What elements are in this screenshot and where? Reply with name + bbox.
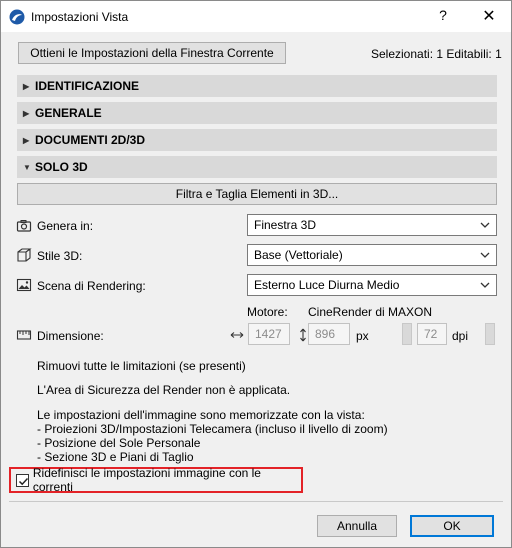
resolution-unit: dpi bbox=[452, 329, 469, 343]
section-label: IDENTIFICAZIONE bbox=[35, 79, 139, 93]
ruler-dimension-icon bbox=[16, 330, 32, 340]
cube-icon bbox=[17, 248, 32, 262]
section-label: GENERALE bbox=[35, 106, 102, 120]
collapsed-triangle-icon: ▶ bbox=[23, 135, 30, 145]
view-settings-dialog: Impostazioni Vista ? ✕ Ottieni le Impost… bbox=[0, 0, 512, 548]
checkmark-icon bbox=[18, 477, 29, 485]
stile-select[interactable]: Base (Vettoriale) bbox=[247, 244, 497, 266]
remove-limits-text: Rimuovi tutte le limitazioni (se present… bbox=[37, 359, 246, 373]
cancel-button[interactable]: Annulla bbox=[317, 515, 397, 537]
note-item: - Sezione 3D e Piani di Taglio bbox=[37, 450, 194, 464]
section-solo-3d[interactable]: ▼ SOLO 3D bbox=[17, 156, 497, 178]
filter-and-cut-elements-button[interactable]: Filtra e Taglia Elementi in 3D... bbox=[17, 183, 497, 205]
height-field[interactable]: 896 bbox=[308, 323, 350, 345]
window-title: Impostazioni Vista bbox=[31, 10, 129, 24]
selection-info: Selezionati: 1 Editabili: 1 bbox=[371, 47, 502, 61]
scena-label: Scena di Rendering: bbox=[37, 279, 146, 293]
size-unit: px bbox=[356, 329, 369, 343]
chevron-down-icon bbox=[480, 252, 490, 258]
motore-label: Motore: bbox=[247, 305, 288, 319]
get-current-window-settings-button[interactable]: Ottieni le Impostazioni della Finestra C… bbox=[18, 42, 286, 64]
expanded-triangle-icon: ▼ bbox=[23, 162, 31, 172]
genera-select[interactable]: Finestra 3D bbox=[247, 214, 497, 236]
resolution-field[interactable]: 72 bbox=[417, 323, 447, 345]
close-button[interactable]: ✕ bbox=[477, 6, 501, 28]
scena-value: Esterno Luce Diurna Medio bbox=[254, 278, 400, 292]
camera-icon bbox=[16, 220, 32, 232]
collapsed-triangle-icon: ▶ bbox=[23, 108, 30, 118]
stile-label: Stile 3D: bbox=[37, 249, 83, 263]
override-checkbox[interactable] bbox=[16, 473, 29, 487]
resolution-stepper[interactable] bbox=[402, 323, 412, 345]
section-documenti-2d-3d[interactable]: ▶ DOCUMENTI 2D/3D bbox=[17, 129, 497, 151]
chevron-down-icon bbox=[480, 282, 490, 288]
help-button[interactable]: ? bbox=[431, 7, 455, 27]
section-label: DOCUMENTI 2D/3D bbox=[35, 133, 146, 147]
stored-settings-note: Le impostazioni dell'immagine sono memor… bbox=[37, 408, 388, 464]
resolution-presets-button[interactable] bbox=[485, 323, 495, 345]
note-title: Le impostazioni dell'immagine sono memor… bbox=[37, 408, 365, 422]
title-bar: Impostazioni Vista ? ✕ bbox=[1, 1, 511, 32]
stile-value: Base (Vettoriale) bbox=[254, 248, 343, 262]
safe-area-text: L'Area di Sicurezza del Render non è app… bbox=[37, 383, 291, 397]
chevron-down-icon bbox=[480, 222, 490, 228]
ok-button[interactable]: OK bbox=[410, 515, 494, 537]
section-generale[interactable]: ▶ GENERALE bbox=[17, 102, 497, 124]
footer-divider bbox=[9, 501, 503, 502]
note-item: - Proiezioni 3D/Impostazioni Telecamera … bbox=[37, 422, 388, 436]
note-item: - Posizione del Sole Personale bbox=[37, 436, 201, 450]
dimensione-label: Dimensione: bbox=[37, 329, 104, 343]
override-label: Ridefinisci le impostazioni immagine con… bbox=[32, 466, 261, 494]
collapsed-triangle-icon: ▶ bbox=[23, 81, 30, 91]
genera-label: Genera in: bbox=[37, 219, 94, 233]
scena-select[interactable]: Esterno Luce Diurna Medio bbox=[247, 274, 497, 296]
archicad-logo-icon bbox=[9, 9, 25, 25]
override-image-settings-option[interactable]: Ridefinisci le impostazioni immagine con… bbox=[9, 466, 303, 494]
width-field[interactable]: 1427 bbox=[248, 323, 290, 345]
section-label: SOLO 3D bbox=[35, 160, 88, 174]
width-arrows-icon bbox=[230, 332, 244, 338]
section-identificazione[interactable]: ▶ IDENTIFICAZIONE bbox=[17, 75, 497, 97]
landscape-image-icon bbox=[16, 278, 32, 292]
motore-value: CineRender di MAXON bbox=[308, 305, 433, 319]
genera-value: Finestra 3D bbox=[254, 218, 317, 232]
